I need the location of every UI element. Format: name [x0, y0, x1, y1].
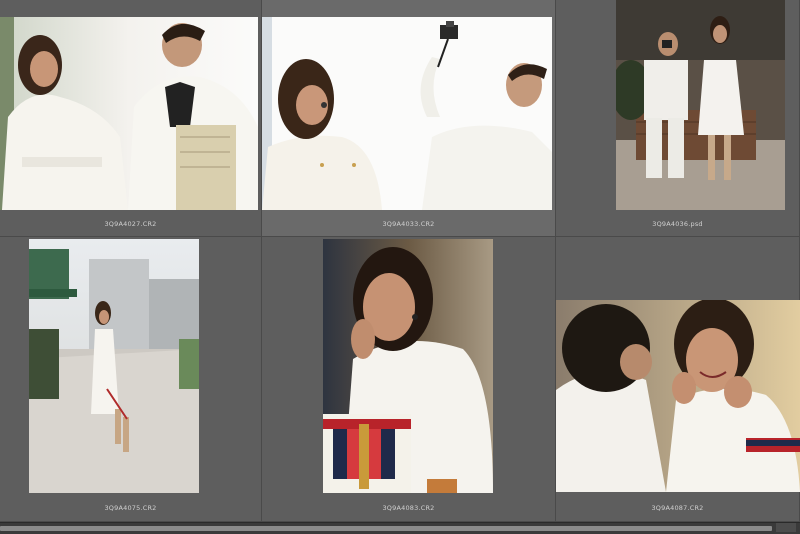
- scroll-corner: [776, 523, 796, 532]
- photo-thumbnail[interactable]: [262, 17, 552, 210]
- thumbnail-cell[interactable]: 3Q9A4083.CR2: [262, 237, 556, 522]
- filename-label: 3Q9A4033.CR2: [382, 220, 435, 228]
- filename-label: 3Q9A4083.CR2: [382, 504, 435, 512]
- thumbnail-cell[interactable]: 3Q9A4027.CR2: [0, 0, 262, 237]
- filename-label: 3Q9A4036.psd: [652, 220, 703, 228]
- photo-thumbnail[interactable]: [29, 239, 199, 493]
- filename-label: 3Q9A4075.CR2: [104, 504, 157, 512]
- thumbnail-cell[interactable]: 3Q9A4036.psd: [556, 0, 800, 237]
- photo-thumbnail[interactable]: [616, 0, 785, 210]
- thumbnail-cell[interactable]: 3Q9A4033.CR2: [262, 0, 556, 237]
- thumbnail-grid: 3Q9A4027.CR2 3Q9A4033.CR2 3Q9A4036.psd 3…: [0, 0, 800, 522]
- thumbnail-cell[interactable]: 3Q9A4087.CR2: [556, 237, 800, 522]
- photo-thumbnail[interactable]: [0, 17, 258, 210]
- photo-thumbnail[interactable]: [323, 239, 493, 493]
- filename-label: 3Q9A4087.CR2: [651, 504, 704, 512]
- photo-thumbnail[interactable]: [556, 300, 800, 492]
- horizontal-scrollbar-thumb[interactable]: [0, 526, 772, 531]
- filename-label: 3Q9A4027.CR2: [104, 220, 157, 228]
- thumbnail-cell[interactable]: 3Q9A4075.CR2: [0, 237, 262, 522]
